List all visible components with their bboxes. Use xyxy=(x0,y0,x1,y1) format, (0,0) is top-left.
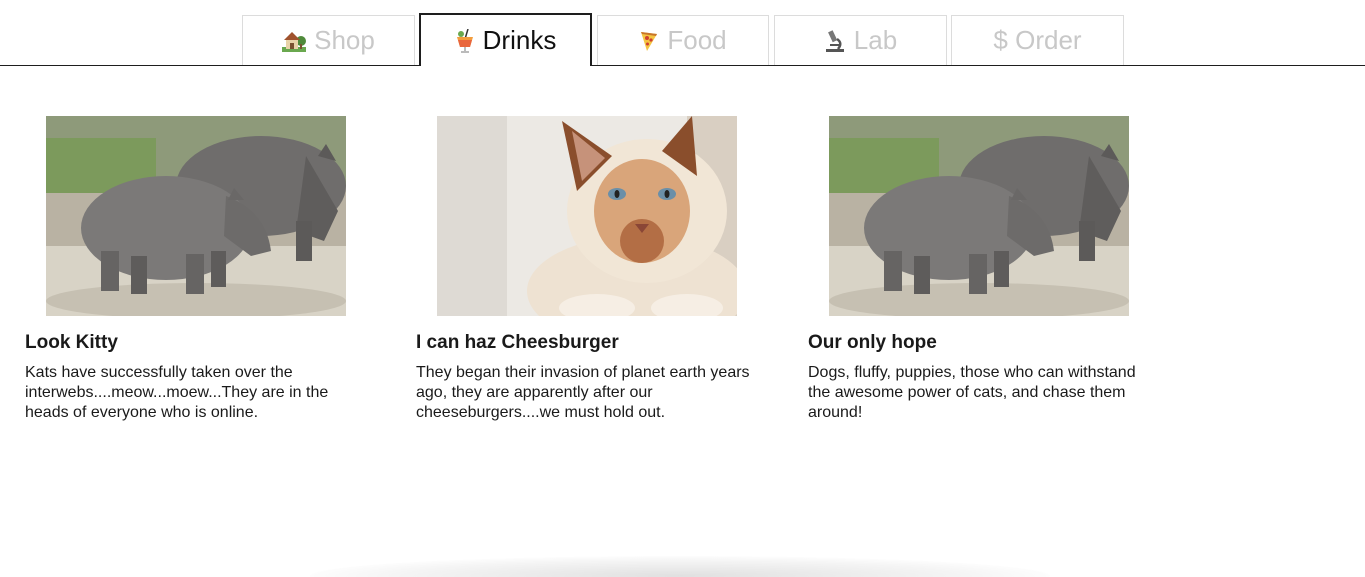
card-title: Our only hope xyxy=(808,332,937,353)
article-card: Our only hope Dogs, fluffy, puppies, tho… xyxy=(808,116,1158,423)
tropical-drink-icon xyxy=(455,28,475,53)
page: Shop Drinks Food Lab $ Order Look Kitty … xyxy=(0,0,1365,577)
card-text: Kats have successfully taken over the in… xyxy=(25,364,329,421)
tab-label: $ Order xyxy=(993,25,1082,55)
rhino-photo xyxy=(829,116,1129,316)
rhino-photo xyxy=(46,116,346,316)
pizza-icon xyxy=(639,30,659,52)
article-card: I can haz Cheesburger They began their i… xyxy=(416,116,766,423)
tab-bar: Shop Drinks Food Lab $ Order xyxy=(0,0,1365,66)
tab-label: Drinks xyxy=(482,25,557,55)
tab-baseline xyxy=(0,65,1365,66)
tab-label: Shop xyxy=(314,25,375,55)
tab-label: Lab xyxy=(853,25,898,55)
card-title: I can haz Cheesburger xyxy=(416,332,619,353)
house-icon xyxy=(282,30,307,52)
card-text: They began their invasion of planet eart… xyxy=(416,364,750,421)
tab-label: Food xyxy=(667,25,727,55)
tab-order[interactable]: $ Order xyxy=(951,15,1124,65)
cat-photo xyxy=(437,116,737,316)
tab-drinks[interactable]: Drinks xyxy=(419,13,592,66)
tab-shop[interactable]: Shop xyxy=(242,15,415,65)
card-title: Look Kitty xyxy=(25,332,118,353)
tab-food[interactable]: Food xyxy=(597,15,769,65)
tab-lab[interactable]: Lab xyxy=(774,15,947,65)
card-text: Dogs, fluffy, puppies, those who can wit… xyxy=(808,364,1136,421)
article-card: Look Kitty Kats have successfully taken … xyxy=(25,116,375,423)
bottom-shadow xyxy=(310,556,1050,577)
microscope-icon xyxy=(824,29,846,52)
